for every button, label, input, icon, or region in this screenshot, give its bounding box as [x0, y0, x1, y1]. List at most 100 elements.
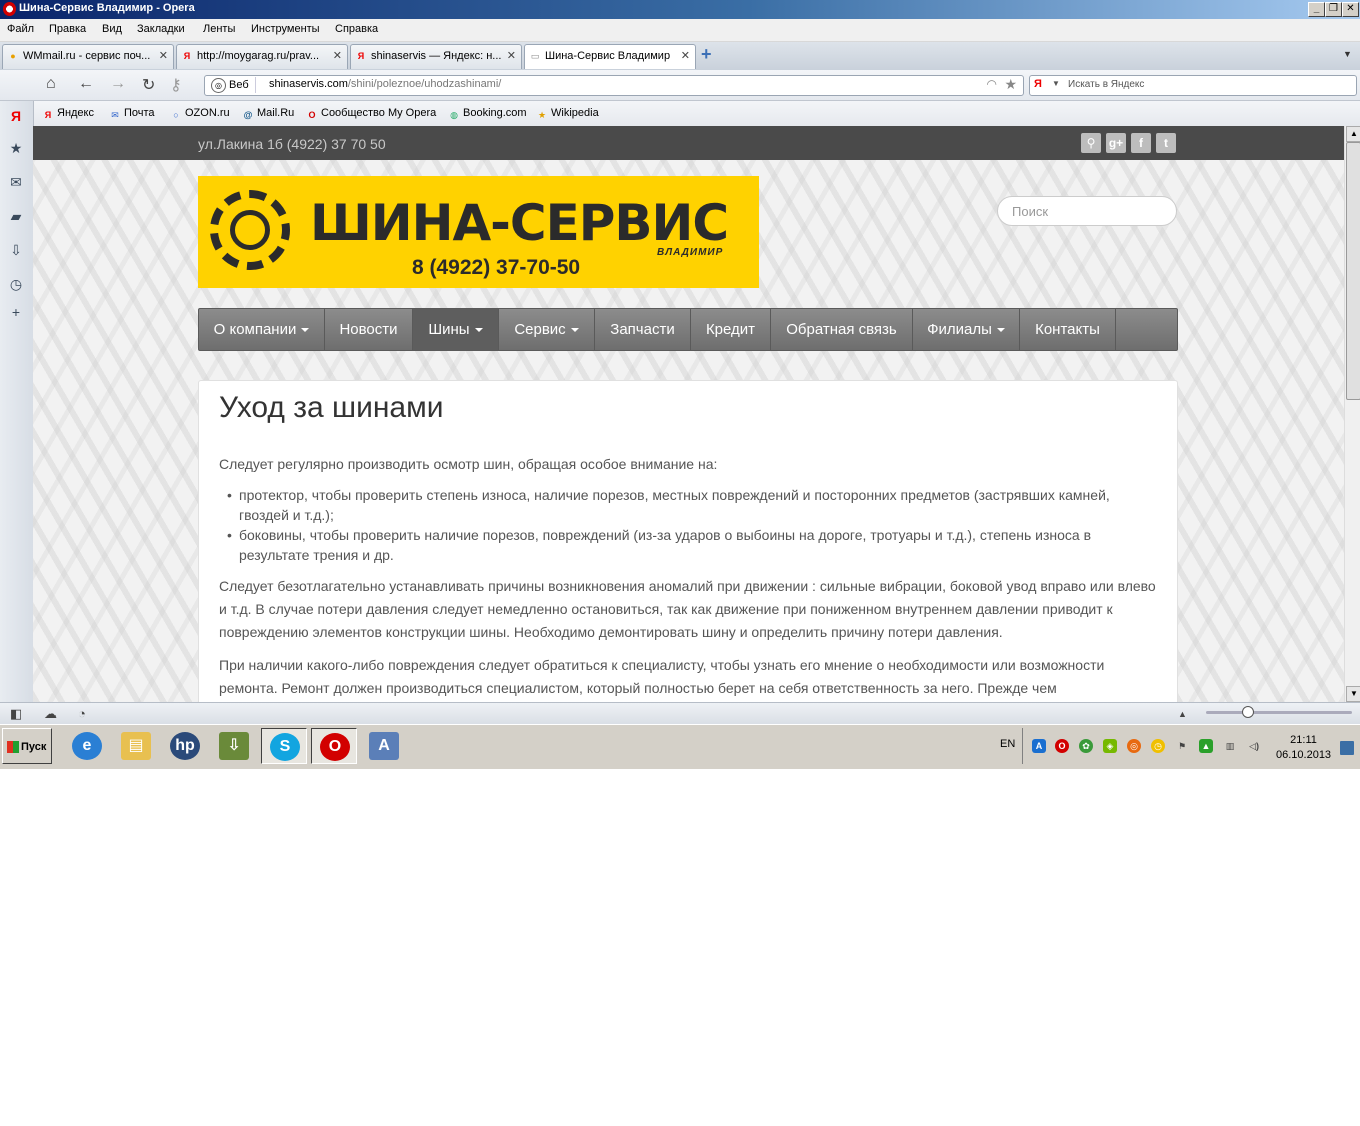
globe-icon: ◍: [450, 110, 458, 120]
menu-bookmarks[interactable]: Закладки: [137, 23, 185, 35]
google-plus-icon[interactable]: g+: [1106, 133, 1126, 153]
downloads-panel-icon[interactable]: ⇩: [7, 241, 25, 259]
start-button[interactable]: Пуск: [2, 728, 52, 764]
taskbar-downloader[interactable]: ⇩: [211, 728, 257, 764]
language-indicator[interactable]: EN: [1000, 738, 1015, 750]
site-logo[interactable]: ШИНА-СЕРВИС ВЛАДИМИР 8 (4922) 37-70-50: [198, 176, 759, 288]
antivirus-icon[interactable]: A: [1032, 739, 1046, 753]
bookmark-yandex[interactable]: Я Яндекс: [42, 107, 94, 121]
bookmark-wikipedia[interactable]: ★ Wikipedia: [536, 107, 599, 121]
icq-icon[interactable]: ✿: [1079, 739, 1093, 753]
tab-close-icon[interactable]: ✕: [159, 49, 168, 62]
map-pin-icon[interactable]: ⚲: [1081, 133, 1101, 153]
close-button[interactable]: ✕: [1342, 2, 1359, 17]
minimize-button[interactable]: _: [1308, 2, 1325, 17]
menu-view[interactable]: Вид: [102, 23, 122, 35]
mail-panel-icon[interactable]: ✉: [7, 173, 25, 191]
tab-close-icon[interactable]: ✕: [681, 49, 690, 62]
turbo-gauge-icon[interactable]: ◔: [78, 706, 86, 721]
history-panel-icon[interactable]: ◷: [7, 275, 25, 293]
nav-parts[interactable]: Запчасти: [595, 309, 691, 350]
menu-edit[interactable]: Правка: [49, 23, 86, 35]
maximize-button[interactable]: ❐: [1325, 2, 1342, 17]
taskbar-wordpad[interactable]: A: [361, 728, 407, 764]
home-icon[interactable]: ⌂: [46, 75, 56, 93]
opera-unite-cloud-icon[interactable]: ☁: [44, 706, 57, 722]
bookmark-star-icon[interactable]: ★: [1004, 76, 1017, 93]
yandex-panel-icon[interactable]: Я: [7, 107, 25, 125]
bookmark-booking[interactable]: ◍ Booking.com: [448, 107, 527, 121]
bookmarks-panel-icon[interactable]: ★: [7, 139, 25, 157]
bookmark-mailru[interactable]: @ Mail.Ru: [242, 107, 295, 121]
zoom-slider[interactable]: [1206, 711, 1352, 714]
address-url[interactable]: shinaservis.com/shini/poleznoe/uhodzashi…: [269, 78, 501, 90]
clock-app-icon[interactable]: ◷: [1151, 739, 1165, 753]
scroll-up-icon[interactable]: ▲: [1346, 126, 1360, 142]
bookmark-label: OZON.ru: [185, 107, 230, 119]
menu-help[interactable]: Справка: [335, 23, 378, 35]
tab-wmmail[interactable]: ● WMmail.ru - сервис поч... ✕: [2, 44, 174, 69]
rss-icon[interactable]: ◠: [987, 77, 997, 91]
scroll-thumb[interactable]: [1346, 142, 1360, 400]
vertical-scrollbar[interactable]: ▲ ▼: [1344, 126, 1360, 702]
tab-yandex-search[interactable]: Я shinaservis — Яндекс: н... ✕: [350, 44, 522, 69]
taskbar-ie[interactable]: e: [64, 728, 110, 764]
nav-branches[interactable]: Филиалы: [913, 309, 1020, 350]
bookmark-myopera[interactable]: O Сообщество My Opera: [306, 107, 436, 121]
reload-icon[interactable]: ↻: [142, 75, 155, 95]
nav-service[interactable]: Сервис: [499, 309, 595, 350]
opera-tray-icon[interactable]: O: [1055, 739, 1069, 753]
bookmark-ozon[interactable]: ○ OZON.ru: [170, 107, 230, 121]
address-field[interactable]: ◎ Веб shinaservis.com/shini/poleznoe/uho…: [204, 75, 1024, 96]
back-icon[interactable]: ←: [78, 75, 94, 93]
panel-toggle-icon[interactable]: ◧: [10, 706, 22, 722]
zoom-slider-knob[interactable]: [1242, 706, 1254, 718]
network-icon[interactable]: ▥: [1223, 739, 1237, 753]
bookmark-mail[interactable]: ✉ Почта: [109, 107, 154, 121]
forward-icon[interactable]: →: [110, 75, 126, 93]
tab-menu-chevron-icon[interactable]: ▼: [1343, 49, 1352, 59]
taskbar-explorer[interactable]: ▤: [113, 728, 159, 764]
twitter-icon[interactable]: t: [1156, 133, 1176, 153]
tab-moygarag[interactable]: Я http://moygarag.ru/prav... ✕: [176, 44, 348, 69]
taskbar-hp[interactable]: hp: [162, 728, 208, 764]
menu-feeds[interactable]: Ленты: [203, 23, 235, 35]
menu-bar: Файл Правка Вид Закладки Ленты Инструмен…: [0, 19, 1360, 42]
bookmark-label: Wikipedia: [551, 107, 599, 119]
clock[interactable]: 21:11 06.10.2013: [1276, 733, 1331, 763]
safe-remove-icon[interactable]: ▲: [1199, 739, 1213, 753]
logo-phone: 8 (4922) 37-70-50: [412, 256, 581, 279]
new-tab-button[interactable]: +: [701, 44, 712, 65]
taskbar-opera[interactable]: O: [311, 728, 357, 764]
volume-icon[interactable]: ◁): [1247, 739, 1261, 753]
chevron-down-icon[interactable]: ▼: [1052, 79, 1060, 88]
nav-credit[interactable]: Кредит: [691, 309, 771, 350]
key-icon[interactable]: ⚷: [170, 75, 182, 95]
yandex-search-field[interactable]: Я ▼ Искать в Яндекс: [1029, 75, 1357, 96]
nav-about[interactable]: О компании: [199, 309, 325, 350]
nav-contacts[interactable]: Контакты: [1020, 309, 1116, 350]
site-search-input[interactable]: Поиск: [997, 196, 1177, 226]
menu-tools[interactable]: Инструменты: [251, 23, 320, 35]
scroll-down-icon[interactable]: ▼: [1346, 686, 1360, 702]
notes-panel-icon[interactable]: ▰: [7, 207, 25, 225]
tab-close-icon[interactable]: ✕: [333, 49, 342, 62]
nav-news[interactable]: Новости: [325, 309, 413, 350]
action-center-flag-icon[interactable]: ⚑: [1175, 739, 1189, 753]
update-icon[interactable]: ◎: [1127, 739, 1141, 753]
taskbar-skype[interactable]: S: [261, 728, 307, 764]
add-panel-icon[interactable]: +: [7, 303, 25, 321]
facebook-icon[interactable]: f: [1131, 133, 1151, 153]
nav-feedback[interactable]: Обратная связь: [771, 309, 913, 350]
folder-icon: ▤: [121, 732, 151, 760]
nvidia-icon[interactable]: ◈: [1103, 739, 1117, 753]
tab-shinaservis[interactable]: ▭ Шина-Сервис Владимир ✕: [524, 44, 696, 69]
nav-tires[interactable]: Шины: [413, 309, 499, 350]
yandex-icon: Я: [44, 110, 52, 120]
nav-label: Обратная связь: [786, 321, 897, 338]
tab-close-icon[interactable]: ✕: [507, 49, 516, 62]
view-chevron-up-icon[interactable]: ▲: [1178, 709, 1187, 719]
menu-file[interactable]: Файл: [7, 23, 34, 35]
show-desktop-icon[interactable]: [1340, 741, 1354, 755]
article-paragraph: Следует безотлагательно устанавливать пр…: [219, 578, 1156, 640]
